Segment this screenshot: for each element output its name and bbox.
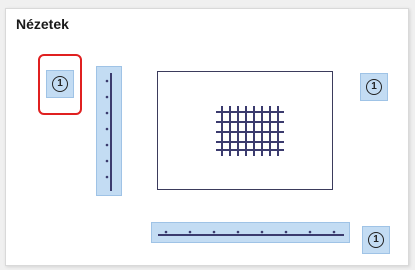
horizontal-ruler[interactable]: [151, 222, 350, 243]
horizontal-ruler-icon: [158, 230, 344, 236]
view-number-icon: 1: [366, 79, 382, 95]
plan-view[interactable]: [157, 71, 333, 190]
vertical-ruler[interactable]: [96, 66, 122, 196]
panel-title: Nézetek: [16, 16, 69, 32]
view-button-top-right[interactable]: 1: [360, 73, 388, 101]
grid-icon: [216, 106, 284, 156]
vertical-ruler-icon: [105, 73, 112, 191]
selection-highlight: [38, 54, 82, 115]
view-number-icon: 1: [368, 232, 384, 248]
view-button-bottom-right[interactable]: 1: [362, 226, 390, 254]
